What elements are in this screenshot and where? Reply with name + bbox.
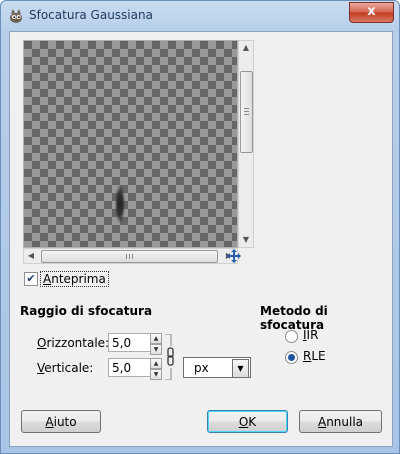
horizontal-label: Orizzontale: bbox=[37, 336, 110, 350]
scroll-left-arrow-icon[interactable]: ◀ bbox=[24, 249, 38, 263]
blurred-shape bbox=[115, 185, 125, 223]
radio-rle[interactable] bbox=[285, 351, 298, 364]
move-cross-icon[interactable] bbox=[227, 249, 241, 263]
horizontal-spin-buttons[interactable]: ▲ ▼ bbox=[150, 333, 162, 355]
close-icon: x bbox=[367, 4, 376, 19]
help-button[interactable]: Aiuto bbox=[21, 410, 101, 433]
radio-iir-label[interactable]: IIR bbox=[303, 328, 318, 342]
cancel-button[interactable]: Annulla bbox=[299, 410, 382, 433]
horizontal-radius-input[interactable]: 5,0 bbox=[108, 333, 152, 352]
blur-radius-title: Raggio di sfocatura bbox=[20, 304, 153, 318]
decrement-icon[interactable]: ▼ bbox=[150, 369, 162, 380]
vertical-radius-input[interactable]: 5,0 bbox=[108, 358, 152, 377]
decrement-icon[interactable]: ▼ bbox=[150, 344, 162, 355]
ok-button[interactable]: OK bbox=[207, 410, 288, 433]
blur-method-title: Metodo di sfocatura bbox=[260, 304, 328, 332]
dialog-window: Sfocatura Gaussiana x ▲ ▼ ◀ ▶ ✔ Anteprim… bbox=[0, 0, 400, 454]
title-bar[interactable]: Sfocatura Gaussiana x bbox=[1, 1, 399, 31]
close-button[interactable]: x bbox=[349, 2, 394, 23]
horizontal-scroll-thumb[interactable] bbox=[41, 250, 218, 263]
unit-select[interactable]: px ▼ bbox=[183, 357, 251, 378]
chevron-down-icon[interactable]: ▼ bbox=[232, 359, 249, 378]
window-title: Sfocatura Gaussiana bbox=[29, 8, 153, 22]
radio-rle-label[interactable]: RLE bbox=[303, 349, 326, 363]
vertical-spin-buttons[interactable]: ▲ ▼ bbox=[150, 358, 162, 380]
vertical-label: Verticale: bbox=[37, 361, 94, 375]
gimp-wilber-icon bbox=[10, 9, 22, 23]
checkmark-icon: ✔ bbox=[26, 272, 36, 285]
preview-horizontal-scrollbar[interactable]: ◀ ▶ bbox=[23, 248, 238, 264]
scroll-up-arrow-icon[interactable]: ▲ bbox=[239, 41, 253, 55]
preview-checkbox-label[interactable]: Anteprima bbox=[40, 271, 109, 287]
preview-vertical-scrollbar[interactable]: ▲ ▼ bbox=[238, 40, 254, 248]
increment-icon[interactable]: ▲ bbox=[150, 333, 162, 344]
radio-iir[interactable] bbox=[285, 330, 298, 343]
unit-select-value: px bbox=[194, 361, 209, 375]
preview-canvas[interactable] bbox=[23, 40, 238, 248]
preview-checkbox[interactable]: ✔ bbox=[24, 272, 38, 286]
dialog-body: ▲ ▼ ◀ ▶ ✔ Anteprima Raggio di sfocatura … bbox=[9, 31, 393, 447]
vertical-scroll-thumb[interactable] bbox=[240, 71, 253, 153]
increment-icon[interactable]: ▲ bbox=[150, 358, 162, 369]
chain-link-icon[interactable] bbox=[165, 334, 175, 380]
scroll-down-arrow-icon[interactable]: ▼ bbox=[239, 233, 253, 247]
